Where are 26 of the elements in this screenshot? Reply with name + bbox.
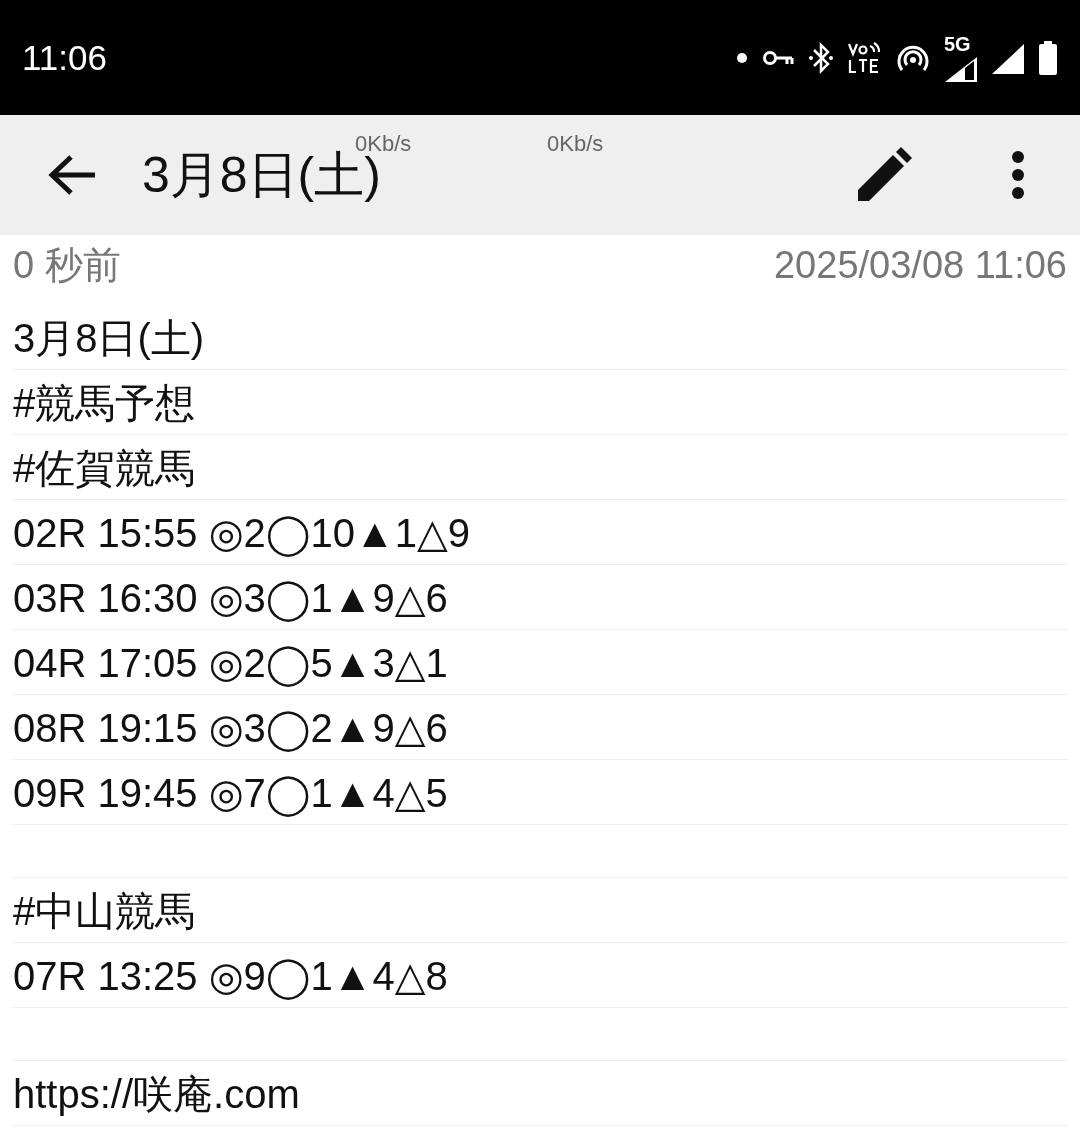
bluetooth-icon bbox=[808, 41, 834, 74]
note-line: #佐賀競馬 bbox=[13, 445, 196, 492]
network-speed: 0Kb/s bbox=[355, 131, 412, 156]
note-line: 3月8日(土) bbox=[13, 315, 205, 362]
back-arrow-icon bbox=[47, 153, 97, 197]
signal-icon bbox=[992, 41, 1024, 74]
timestamp: 2025/03/08 11:06 bbox=[774, 243, 1067, 287]
network-speed: 0Kb/s bbox=[547, 131, 604, 157]
note-line: 08R 19:15 ◎3◯2▲9△6 bbox=[13, 705, 448, 753]
note-line: 07R 13:25 ◎9◯1▲4△8 bbox=[13, 953, 448, 1001]
status-time: 11:06 bbox=[22, 37, 107, 78]
note-line: 03R 16:30 ◎3◯1▲9△6 bbox=[13, 575, 448, 623]
relative-time: 0 秒前 bbox=[13, 242, 121, 288]
note-line: 02R 15:55 ◎2◯10▲1△9 bbox=[13, 510, 470, 558]
dot-icon bbox=[736, 51, 748, 64]
more-icon bbox=[1011, 150, 1025, 200]
note-line: #中山競馬 bbox=[13, 888, 196, 935]
signal-icon bbox=[944, 55, 978, 82]
pencil-icon bbox=[856, 147, 912, 203]
battery-icon bbox=[1038, 40, 1058, 75]
note-line: https://咲庵.com bbox=[13, 1071, 300, 1118]
note-line: 09R 19:45 ◎7◯1▲4△5 bbox=[13, 770, 448, 818]
volte-icon bbox=[848, 41, 882, 74]
network-type: 5G bbox=[944, 33, 971, 54]
note-line: #競馬予想 bbox=[13, 380, 196, 427]
note-line: 04R 17:05 ◎2◯5▲3△1 bbox=[13, 640, 448, 688]
